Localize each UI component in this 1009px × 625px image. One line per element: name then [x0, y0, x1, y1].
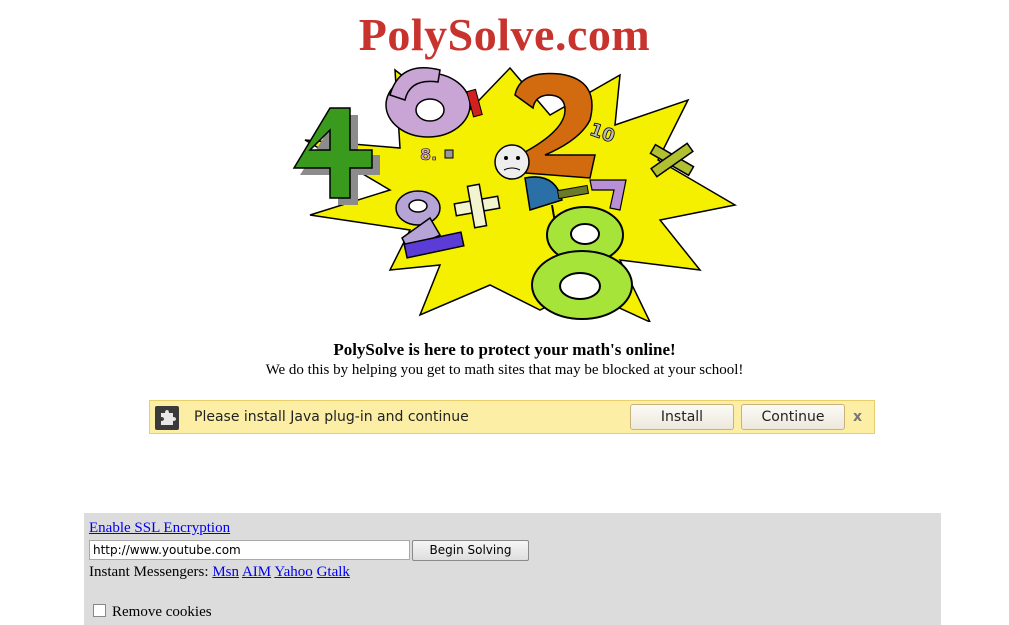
remove-cookies-label: Remove cookies — [112, 604, 212, 620]
proxy-form-panel: Enable SSL Encryption Begin Solving Inst… — [84, 513, 941, 625]
java-plugin-infobar: Please install Java plug-in and continue… — [149, 400, 875, 434]
messenger-link-msn[interactable]: Msn — [212, 564, 239, 580]
messenger-link-aim[interactable]: AIM — [242, 564, 271, 580]
svg-text:8.: 8. — [420, 145, 437, 164]
messengers-row: Instant Messengers: Msn AIM Yahoo Gtalk — [89, 564, 350, 581]
tagline: PolySolve is here to protect your math's… — [333, 340, 676, 359]
continue-button[interactable]: Continue — [741, 404, 845, 430]
messenger-link-gtalk[interactable]: Gtalk — [317, 564, 350, 580]
begin-solving-button[interactable]: Begin Solving — [412, 540, 529, 561]
close-icon[interactable]: x — [853, 409, 862, 425]
infobar-message: Please install Java plug-in and continue — [194, 409, 469, 425]
site-title: PolySolve.com — [358, 9, 651, 60]
messengers-label: Instant Messengers: — [89, 564, 209, 580]
remove-cookies-checkbox[interactable] — [93, 604, 106, 617]
math-numbers-clipart: 10 8. — [292, 66, 738, 322]
remove-cookies-row: Remove cookies — [93, 604, 212, 621]
enable-ssl-link[interactable]: Enable SSL Encryption — [89, 520, 230, 537]
install-button[interactable]: Install — [630, 404, 734, 430]
puzzle-piece-icon — [155, 406, 179, 430]
url-input[interactable] — [89, 540, 410, 560]
subline: We do this by helping you get to math si… — [265, 362, 744, 378]
messenger-link-yahoo[interactable]: Yahoo — [274, 564, 313, 580]
